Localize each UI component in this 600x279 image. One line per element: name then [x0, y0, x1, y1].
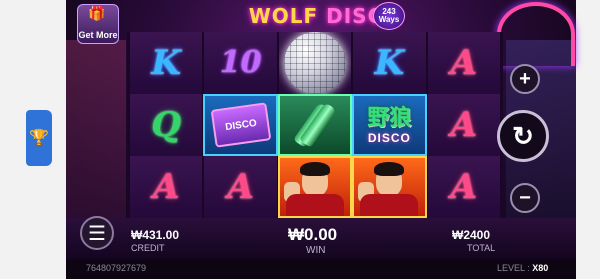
refresh-icon: ↻	[512, 120, 534, 151]
credit-label: CREDIT	[131, 243, 165, 253]
symbol-k: K	[151, 43, 181, 83]
trophy-icon: 🏆	[29, 130, 49, 147]
reel-grid: K 10 K A Q DISCO 野狼 DISCO A A A A	[127, 32, 503, 218]
logo-wolf: WOLF	[248, 4, 319, 28]
symbol-a: A	[450, 43, 477, 83]
trophy-tab[interactable]: 🏆	[26, 110, 52, 166]
reel-cell	[277, 32, 353, 94]
symbol-a: A	[227, 167, 254, 207]
singer-hair	[374, 162, 405, 176]
disco-ball-icon	[283, 32, 346, 94]
get-more-button[interactable]: 🎁 Get More	[77, 4, 119, 44]
reel-cell: A	[426, 94, 501, 156]
reel-cell: A	[203, 156, 278, 218]
level-value: X80	[532, 263, 549, 273]
singer-jacket	[360, 194, 419, 216]
reel-cell: K	[352, 32, 427, 94]
reel-cell: 10	[203, 32, 278, 94]
bet-increase-button[interactable]: +	[510, 64, 540, 94]
gift-icon: 🎁	[88, 5, 106, 21]
neon-arc-decoration	[497, 2, 575, 66]
cassette-label: DISCO	[224, 117, 258, 133]
reel-cell	[277, 94, 353, 156]
singer-jacket	[285, 194, 344, 216]
symbol-a: A	[450, 167, 477, 207]
reel-cell: K	[129, 32, 204, 94]
reel-cell	[352, 156, 427, 218]
symbol-a: A	[450, 105, 477, 145]
spin-button[interactable]: ↻	[497, 110, 549, 162]
ways-badge: 243 Ways	[373, 2, 405, 30]
round-reference: 764807927679	[86, 263, 147, 273]
singer-hair	[299, 162, 330, 176]
symbol-10: 10	[219, 45, 262, 80]
credit-value: ₩431.00	[131, 228, 180, 242]
win-label: WIN	[306, 245, 326, 256]
hamburger-icon: ☰	[88, 222, 106, 245]
symbol-k: K	[374, 43, 405, 83]
symbol-a: A	[153, 167, 180, 207]
menu-button[interactable]: ☰	[80, 216, 114, 250]
wild-en-text: DISCO	[367, 130, 411, 145]
reel-cell: 野狼 DISCO	[352, 94, 427, 156]
reel-cell: Q	[129, 94, 204, 156]
bet-decrease-button[interactable]: −	[510, 183, 540, 213]
reel-cell: A	[129, 156, 204, 218]
total-label: TOTAL	[467, 243, 496, 253]
cassette-icon: DISCO	[210, 102, 271, 148]
symbol-q: Q	[151, 105, 181, 145]
right-margin	[576, 0, 600, 279]
wild-cn-text: 野狼	[367, 104, 412, 130]
minus-icon: −	[519, 186, 531, 209]
reel-cell: A	[426, 32, 501, 94]
level-indicator: LEVEL : X80	[497, 263, 548, 273]
ways-label: Ways	[378, 15, 400, 24]
reel-cell: DISCO	[203, 94, 278, 156]
reel-cell: A	[426, 156, 501, 218]
total-value: ₩2400	[452, 228, 491, 242]
level-label: LEVEL :	[497, 263, 530, 273]
wild-symbol: 野狼 DISCO	[367, 104, 412, 145]
reel-cell	[277, 156, 353, 218]
win-value: ₩0.00	[288, 225, 338, 244]
get-more-label: Get More	[78, 30, 118, 40]
bottles-icon	[293, 102, 337, 148]
plus-icon: +	[519, 67, 531, 90]
